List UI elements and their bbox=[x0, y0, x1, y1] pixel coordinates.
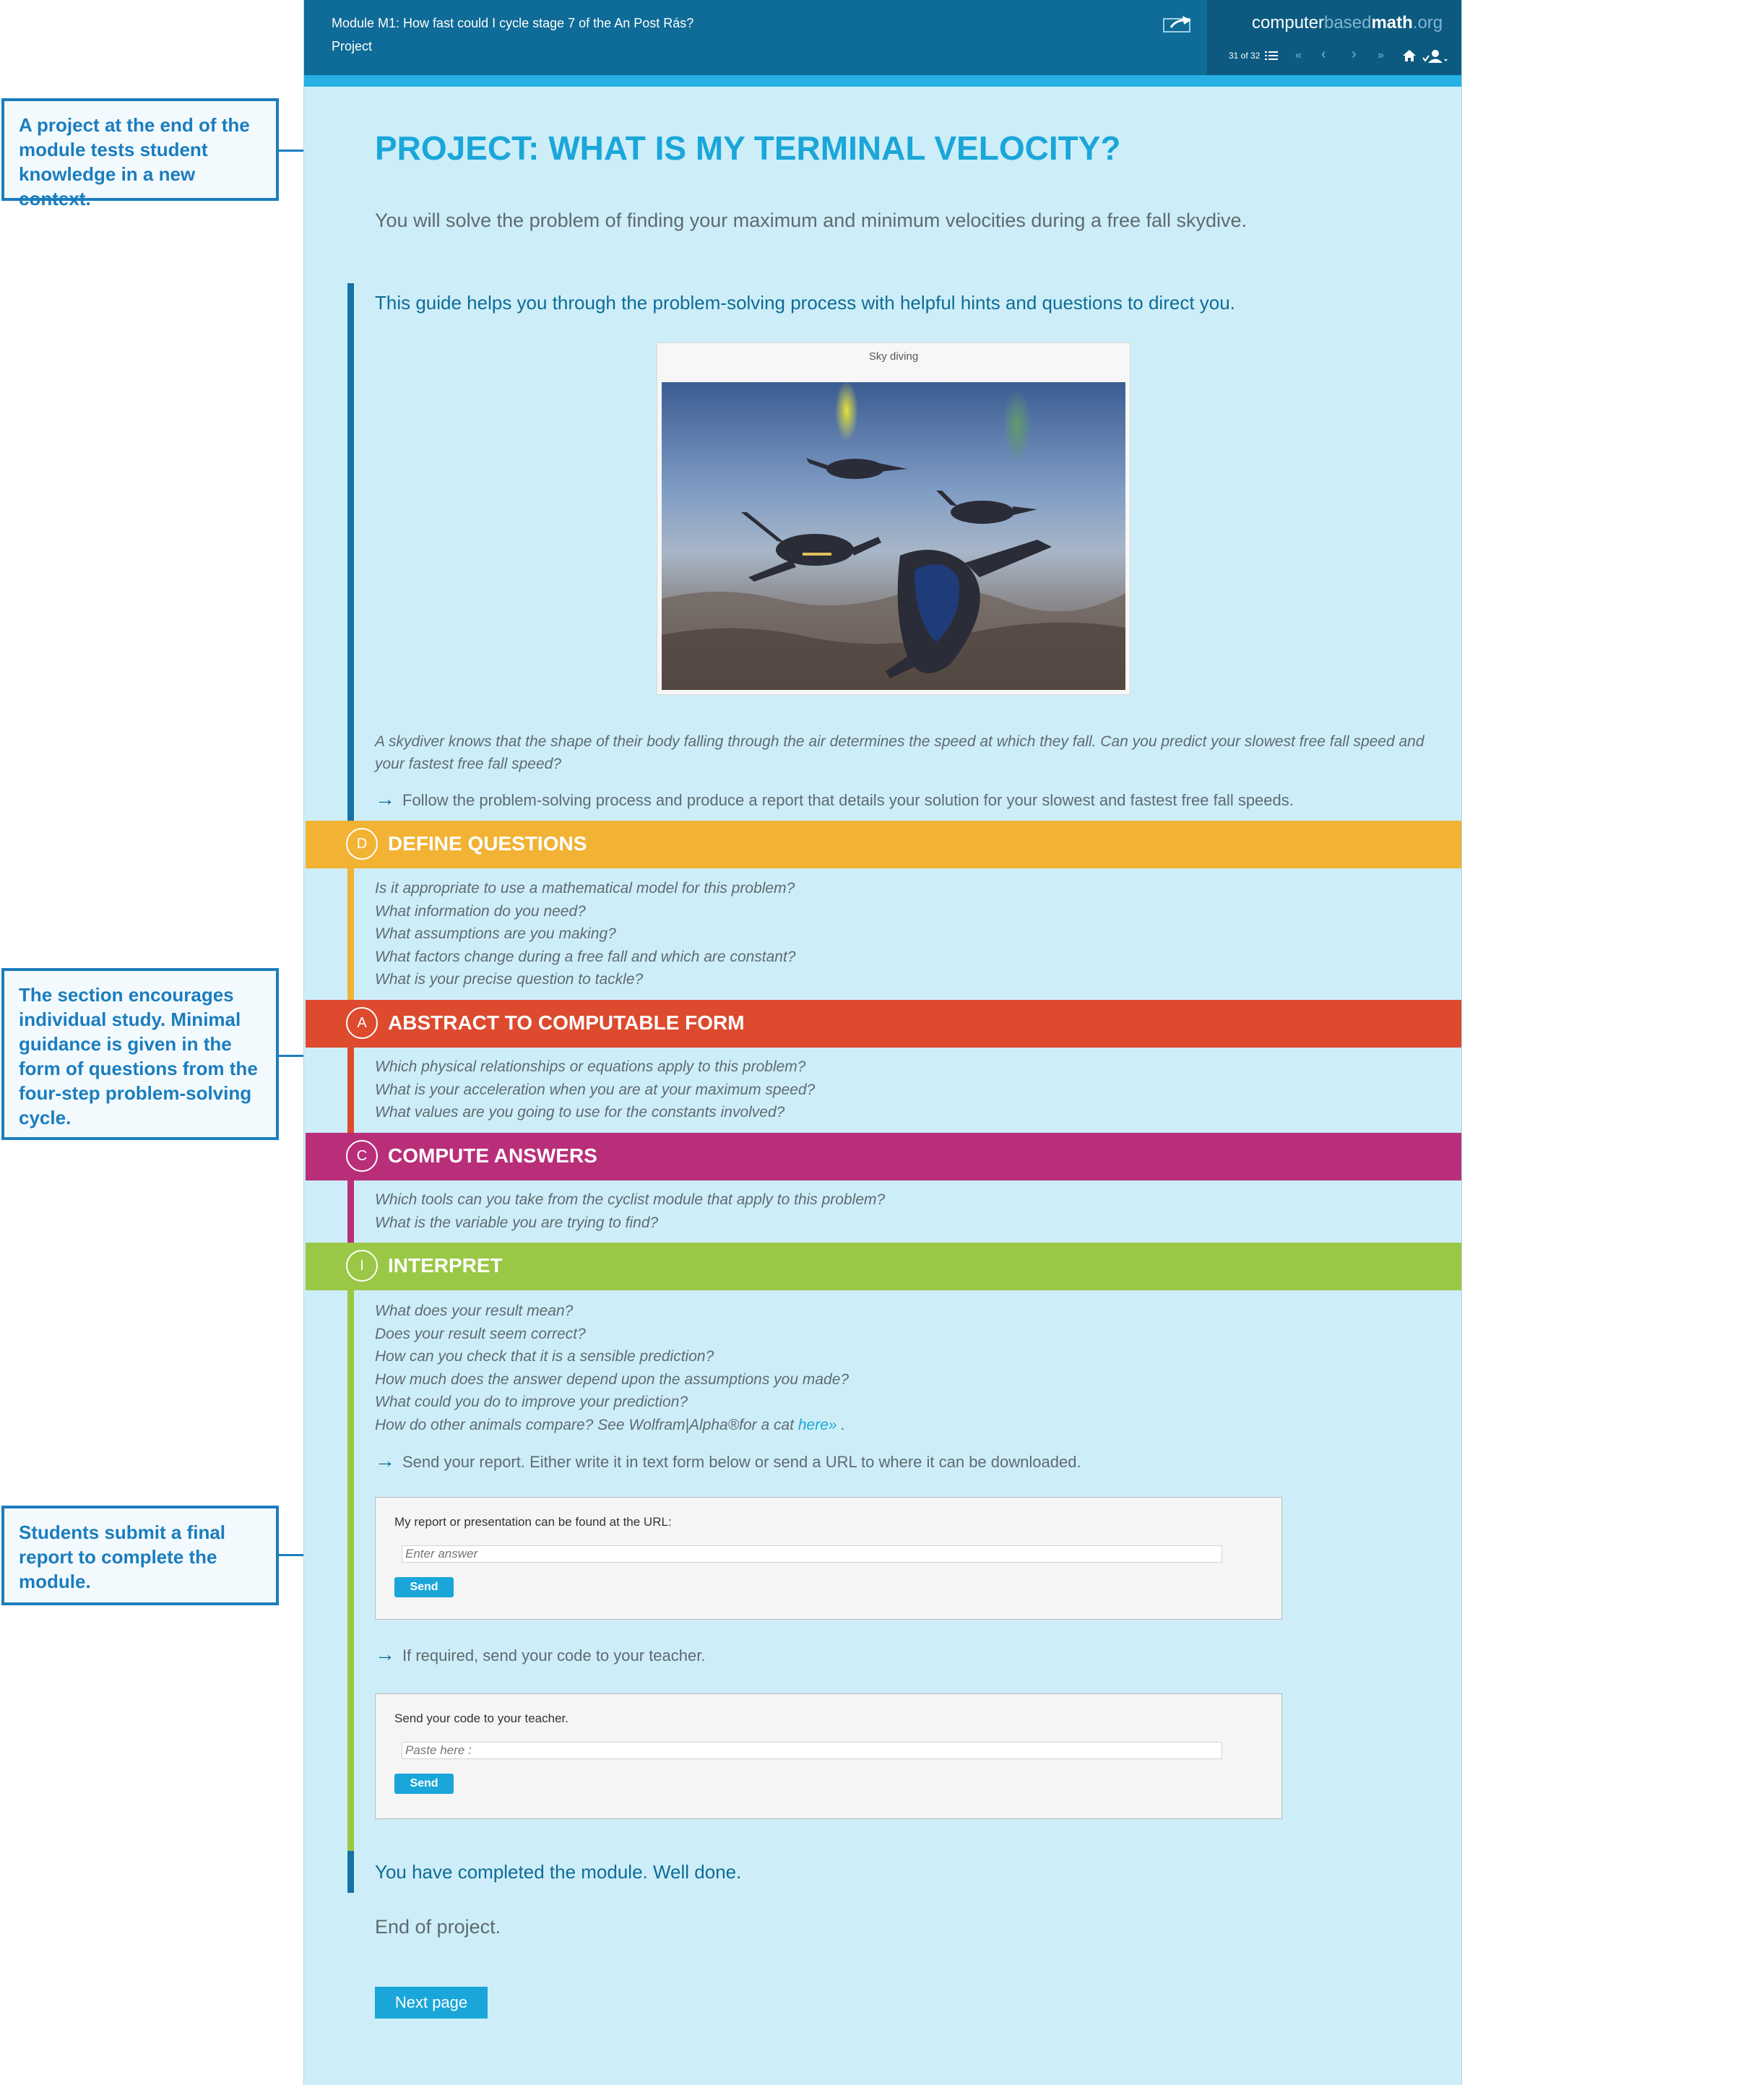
next-icon[interactable]: › bbox=[1352, 46, 1357, 63]
module-title: Module M1: How fast could I cycle stage … bbox=[332, 16, 694, 30]
section-name: Project bbox=[332, 39, 373, 53]
question: What is your acceleration when you are a… bbox=[375, 1081, 816, 1098]
share-icon[interactable] bbox=[1162, 14, 1196, 33]
intro-text: You will solve the problem of finding yo… bbox=[375, 210, 1248, 231]
phase-define-header: D DEFINE QUESTIONS bbox=[306, 821, 1461, 868]
completion-message: You have completed the module. Well done… bbox=[375, 1861, 742, 1883]
last-page-icon[interactable]: » bbox=[1378, 49, 1384, 62]
code-input[interactable] bbox=[402, 1742, 1222, 1759]
question: What does your result mean? bbox=[375, 1303, 574, 1319]
annotation-section: The section encourages individual study.… bbox=[1, 968, 279, 1140]
wolfram-link[interactable]: here» bbox=[798, 1417, 837, 1433]
compute-bar bbox=[347, 1180, 354, 1243]
question: How much does the answer depend upon the… bbox=[375, 1370, 849, 1388]
url-label: My report or presentation can be found a… bbox=[394, 1515, 672, 1529]
url-input[interactable] bbox=[402, 1545, 1222, 1563]
define-questions: Is it appropriate to use a mathematical … bbox=[375, 877, 796, 991]
interpret-questions: What does your result mean? Does your re… bbox=[375, 1300, 849, 1436]
top-bar: Module M1: How fast could I cycle stage … bbox=[304, 0, 1461, 75]
phase-interpret-label: INTERPRET bbox=[388, 1254, 503, 1277]
brand-area: computerbasedmath.org 31 of 32 « ‹ › » bbox=[1207, 0, 1461, 75]
brand-logo[interactable]: computerbasedmath.org bbox=[1252, 13, 1443, 33]
task-row: → Follow the problem-solving process and … bbox=[375, 787, 1294, 811]
next-page-button[interactable]: Next page bbox=[375, 1987, 488, 2019]
annotation-section-link bbox=[279, 1055, 305, 1057]
guide-text: This guide helps you through the problem… bbox=[375, 292, 1235, 314]
send-report-row: → Send your report. Either write it in te… bbox=[375, 1449, 1081, 1472]
question: What information do you need? bbox=[375, 902, 586, 920]
question: What values are you going to use for the… bbox=[375, 1104, 785, 1121]
phase-define-letter: D bbox=[346, 828, 378, 860]
code-label: Send your code to your teacher. bbox=[394, 1711, 568, 1725]
end-of-project: End of project. bbox=[375, 1916, 501, 1938]
scenario-line-2: your fastest free fall speed? bbox=[375, 756, 561, 772]
contents-icon[interactable] bbox=[1265, 51, 1278, 61]
home-icon[interactable] bbox=[1402, 49, 1417, 62]
phase-abstract-header: A ABSTRACT TO COMPUTABLE FORM bbox=[306, 1000, 1461, 1048]
phase-interpret-header: I INTERPRET bbox=[306, 1243, 1461, 1290]
question: Which tools can you take from the cyclis… bbox=[375, 1191, 886, 1208]
arrow-right-icon: → bbox=[375, 1449, 395, 1472]
abstract-bar bbox=[347, 1048, 354, 1133]
code-form: Send your code to your teacher. Send bbox=[375, 1693, 1282, 1819]
code-instruction-row: → If required, send your code to your tea… bbox=[375, 1643, 705, 1666]
question: How do other animals compare? See Wolfra… bbox=[375, 1416, 846, 1433]
code-instruction-text: If required, send your code to your teac… bbox=[402, 1646, 706, 1665]
annotation-submit: Students submit a final report to comple… bbox=[1, 1506, 279, 1605]
send-report-button[interactable]: Send bbox=[394, 1577, 454, 1597]
report-url-form: My report or presentation can be found a… bbox=[375, 1497, 1282, 1620]
question: Is it appropriate to use a mathematical … bbox=[375, 880, 795, 897]
question: Which physical relationships or equation… bbox=[375, 1058, 806, 1075]
annotation-project: A project at the end of the module tests… bbox=[1, 98, 279, 210]
interpret-bar bbox=[347, 1290, 354, 1851]
question: What is the variable you are trying to f… bbox=[375, 1214, 659, 1231]
question: What is your precise question to tackle? bbox=[375, 971, 644, 988]
completion-bar bbox=[347, 1851, 354, 1893]
question: What assumptions are you making? bbox=[375, 925, 616, 942]
phase-abstract-label: ABSTRACT TO COMPUTABLE FORM bbox=[388, 1011, 745, 1034]
first-page-icon[interactable]: « bbox=[1295, 49, 1302, 62]
page-title: PROJECT: WHAT IS MY TERMINAL VELOCITY? bbox=[375, 129, 1121, 167]
skydiving-photo bbox=[662, 382, 1125, 690]
question: What could you do to improve your predic… bbox=[375, 1394, 688, 1410]
phase-define-label: DEFINE QUESTIONS bbox=[388, 832, 587, 855]
app-window: Module M1: How fast could I cycle stage … bbox=[303, 0, 1462, 2085]
phase-abstract-letter: A bbox=[346, 1007, 378, 1039]
send-code-button[interactable]: Send bbox=[394, 1774, 454, 1794]
question: What factors change during a free fall a… bbox=[375, 948, 796, 965]
user-icon[interactable] bbox=[1422, 49, 1448, 64]
image-card: Sky diving bbox=[657, 342, 1130, 695]
task-text: Follow the problem-solving process and p… bbox=[402, 791, 1294, 809]
accent-strip bbox=[304, 75, 1461, 87]
compute-questions: Which tools can you take from the cyclis… bbox=[375, 1188, 885, 1234]
question: Does your result seem correct? bbox=[375, 1325, 586, 1342]
arrow-right-icon: → bbox=[375, 1643, 395, 1665]
question: How can you check that it is a sensible … bbox=[375, 1348, 714, 1365]
phase-compute-header: C COMPUTE ANSWERS bbox=[306, 1133, 1461, 1180]
page-counter: 31 of 32 bbox=[1229, 51, 1261, 61]
image-caption: Sky diving bbox=[868, 350, 919, 363]
abstract-questions: Which physical relationships or equation… bbox=[375, 1056, 815, 1124]
send-report-text: Send your report. Either write it in tex… bbox=[402, 1453, 1081, 1471]
scenario-line-1: A skydiver knows that the shape of their… bbox=[375, 733, 1424, 750]
phase-interpret-letter: I bbox=[346, 1250, 378, 1282]
previous-icon[interactable]: ‹ bbox=[1321, 46, 1326, 63]
phase-compute-label: COMPUTE ANSWERS bbox=[388, 1144, 597, 1167]
phase-compute-letter: C bbox=[346, 1140, 378, 1172]
guide-bar bbox=[347, 283, 354, 821]
arrow-right-icon: → bbox=[375, 787, 395, 810]
define-bar bbox=[347, 868, 354, 1000]
